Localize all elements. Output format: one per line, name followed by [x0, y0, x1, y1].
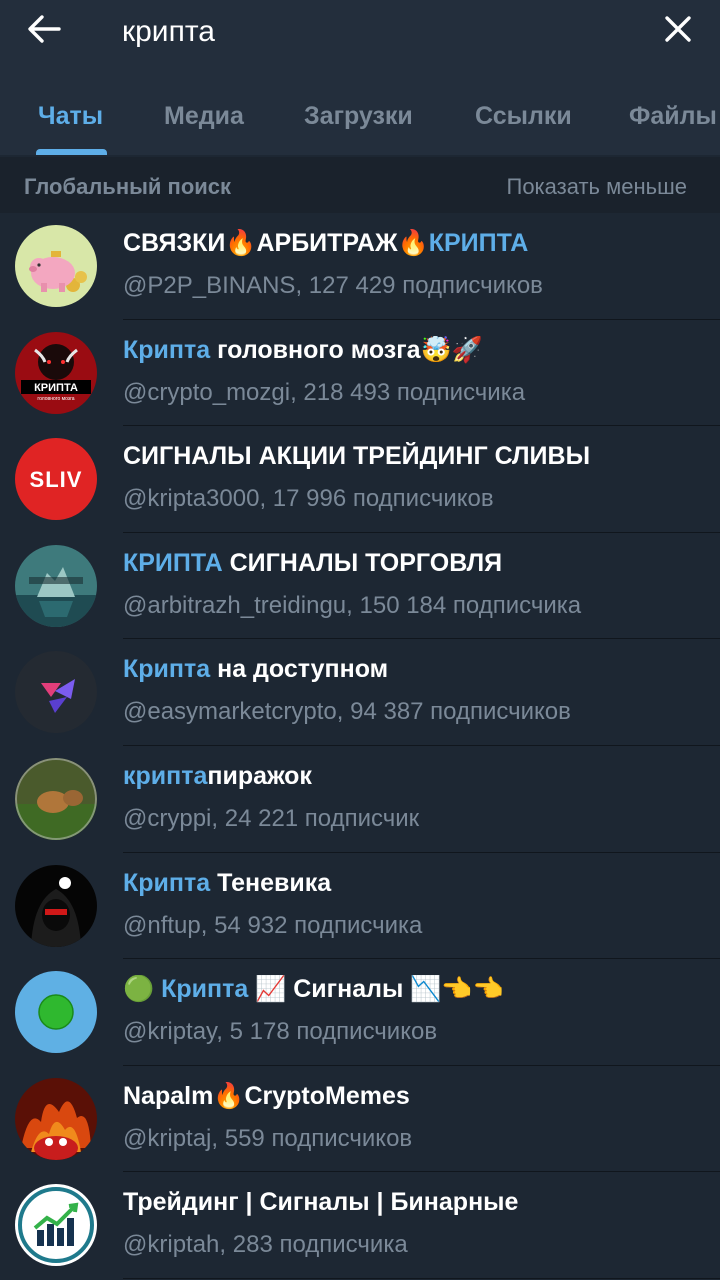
- result-subscriber-count: , 54 932 подписчика: [200, 911, 423, 939]
- triangles-logo-icon: [15, 651, 97, 734]
- pie-icon: [15, 757, 97, 840]
- result-title: Трейдинг | Сигналы | Бинарные: [123, 1188, 519, 1217]
- close-icon: [665, 16, 691, 42]
- result-handle: @cryppi: [123, 804, 212, 832]
- result-title: Крипта Теневика: [123, 868, 332, 897]
- green-circle-icon: [15, 971, 97, 1054]
- result-title: Крипта головного мозга🤯🚀: [123, 335, 483, 364]
- result-subtitle: @easymarketcrypto, 94 387 подписчиков: [123, 698, 700, 726]
- result-subscriber-count: , 559 подписчиков: [211, 1124, 413, 1152]
- chart-icon: [15, 1184, 97, 1267]
- result-handle: @P2P_BINANS: [123, 272, 296, 299]
- result-handle: @nftup: [123, 911, 201, 939]
- bull-icon: КРИПТА головного мозга: [15, 331, 97, 414]
- hooded-figure-icon: [15, 864, 97, 947]
- search-header: Чаты Медиа Загрузки Ссылки Файлы: [0, 0, 720, 155]
- result-subscriber-count: , 150 184 подписчика: [346, 591, 582, 619]
- result-subscriber-count: , 24 221 подписчик: [211, 804, 420, 832]
- result-handle: @arbitrazh_treidingu: [123, 591, 347, 619]
- svg-text:головного мозга: головного мозга: [37, 396, 74, 402]
- result-subtitle: @kriptah, 283 подписчика: [123, 1231, 700, 1259]
- result-title: Крипта на доступном: [123, 655, 389, 684]
- search-result-row[interactable]: 🟢 Крипта 📈 Сигналы 📉👈👈 @kriptay, 5 178 по…: [0, 959, 720, 1066]
- result-subscriber-count: , 17 996 подписчиков: [259, 485, 494, 513]
- active-tab-indicator: [36, 149, 107, 155]
- result-subscriber-count: , 5 178 подписчиков: [216, 1018, 438, 1046]
- result-subscriber-count: , 283 подписчика: [219, 1231, 408, 1259]
- result-title: СВЯЗКИ🔥АРБИТРАЖ🔥КРИПТА: [123, 229, 529, 257]
- result-handle: @kripta3000: [123, 485, 260, 513]
- result-handle: @kriptah: [123, 1231, 220, 1259]
- tab-files[interactable]: Файлы: [629, 86, 717, 155]
- search-result-row[interactable]: КРИПТА СИГНАЛЫ ТОРГОВЛЯ @arbitrazh_treidi…: [0, 533, 720, 640]
- search-input[interactable]: [122, 10, 642, 54]
- search-result-row[interactable]: Крипта Теневика @nftup, 54 932 подписчика: [0, 853, 720, 960]
- result-title: криптапиражок: [123, 761, 312, 790]
- tab-chats[interactable]: Чаты: [38, 86, 103, 155]
- result-title: КРИПТА СИГНАЛЫ ТОРГОВЛЯ: [123, 548, 503, 577]
- result-subtitle: @P2P_BINANS, 127 429 подписчиков: [123, 272, 700, 300]
- iceberg-icon: [15, 544, 97, 627]
- result-subtitle: @arbitrazh_treidingu, 150 184 подписчика: [123, 592, 700, 620]
- result-subscriber-count: , 127 429 подписчиков: [295, 272, 543, 299]
- search-result-row[interactable]: SLIV СИГНАЛЫ АКЦИИ ТРЕЙДИНГ СЛИВЫ @kripta3…: [0, 426, 720, 533]
- show-less-button[interactable]: Показать меньше: [507, 174, 688, 200]
- result-handle: @crypto_mozgi: [123, 378, 291, 406]
- result-handle: @kriptaj: [123, 1124, 212, 1152]
- section-title: Глобальный поиск: [24, 174, 232, 199]
- result-subtitle: @kriptaj, 559 подписчиков: [123, 1125, 700, 1153]
- result-subtitle: @nftup, 54 932 подписчика: [123, 912, 700, 940]
- result-title: СИГНАЛЫ АКЦИИ ТРЕЙДИНГ СЛИВЫ: [123, 442, 591, 471]
- result-subscriber-count: , 94 387 подписчиков: [336, 698, 571, 726]
- result-handle: @easymarketcrypto: [123, 698, 337, 726]
- tab-media[interactable]: Медиа: [164, 86, 244, 155]
- result-subtitle: @kriptay, 5 178 подписчиков: [123, 1018, 700, 1046]
- result-handle: @kriptay: [123, 1018, 217, 1046]
- tab-downloads[interactable]: Загрузки: [304, 86, 413, 155]
- search-result-row[interactable]: СВЯЗКИ🔥АРБИТРАЖ🔥КРИПТА @P2P_BINANS, 127 4…: [0, 213, 720, 320]
- search-result-row[interactable]: Napalm🔥CryptoMemes @kriptaj, 559 подписчи…: [0, 1066, 720, 1173]
- search-result-row[interactable]: Трейдинг | Сигналы | Бинарные @kriptah, 2…: [0, 1172, 720, 1279]
- search-result-row[interactable]: криптапиражок @cryppi, 24 221 подписчик: [0, 746, 720, 853]
- sliv-logo-icon: SLIV: [15, 438, 97, 521]
- result-subtitle: @cryppi, 24 221 подписчик: [123, 805, 700, 833]
- search-result-row[interactable]: Крипта на доступном @easymarketcrypto, 94…: [0, 639, 720, 746]
- results-list: СВЯЗКИ🔥АРБИТРАЖ🔥КРИПТА @P2P_BINANS, 127 4…: [0, 213, 720, 1279]
- search-tabs: Чаты Медиа Загрузки Ссылки Файлы: [0, 86, 720, 155]
- result-title: 🟢 Крипта 📈 Сигналы 📉👈👈: [123, 975, 504, 1004]
- svg-text:КРИПТА: КРИПТА: [34, 382, 78, 394]
- result-title: Napalm🔥CryptoMemes: [123, 1081, 410, 1110]
- search-screen: Чаты Медиа Загрузки Ссылки Файлы Глобаль…: [0, 0, 720, 1280]
- fire-icon: [15, 1077, 97, 1160]
- result-subtitle: @crypto_mozgi, 218 493 подписчика: [123, 379, 700, 407]
- global-search-header: Глобальный поиск Показать меньше: [0, 157, 720, 213]
- back-button[interactable]: [18, 6, 70, 52]
- arrow-left-icon: [28, 15, 61, 43]
- result-subtitle: @kripta3000, 17 996 подписчиков: [123, 485, 700, 513]
- piggy-bank-icon: [15, 225, 97, 307]
- row-divider: [123, 1277, 720, 1279]
- clear-search-button[interactable]: [652, 6, 704, 52]
- result-subscriber-count: , 218 493 подписчика: [290, 378, 526, 406]
- svg-text:SLIV: SLIV: [30, 467, 83, 492]
- search-result-row[interactable]: КРИПТА головного мозга Крипта головного мо…: [0, 320, 720, 427]
- tab-links[interactable]: Ссылки: [475, 86, 572, 155]
